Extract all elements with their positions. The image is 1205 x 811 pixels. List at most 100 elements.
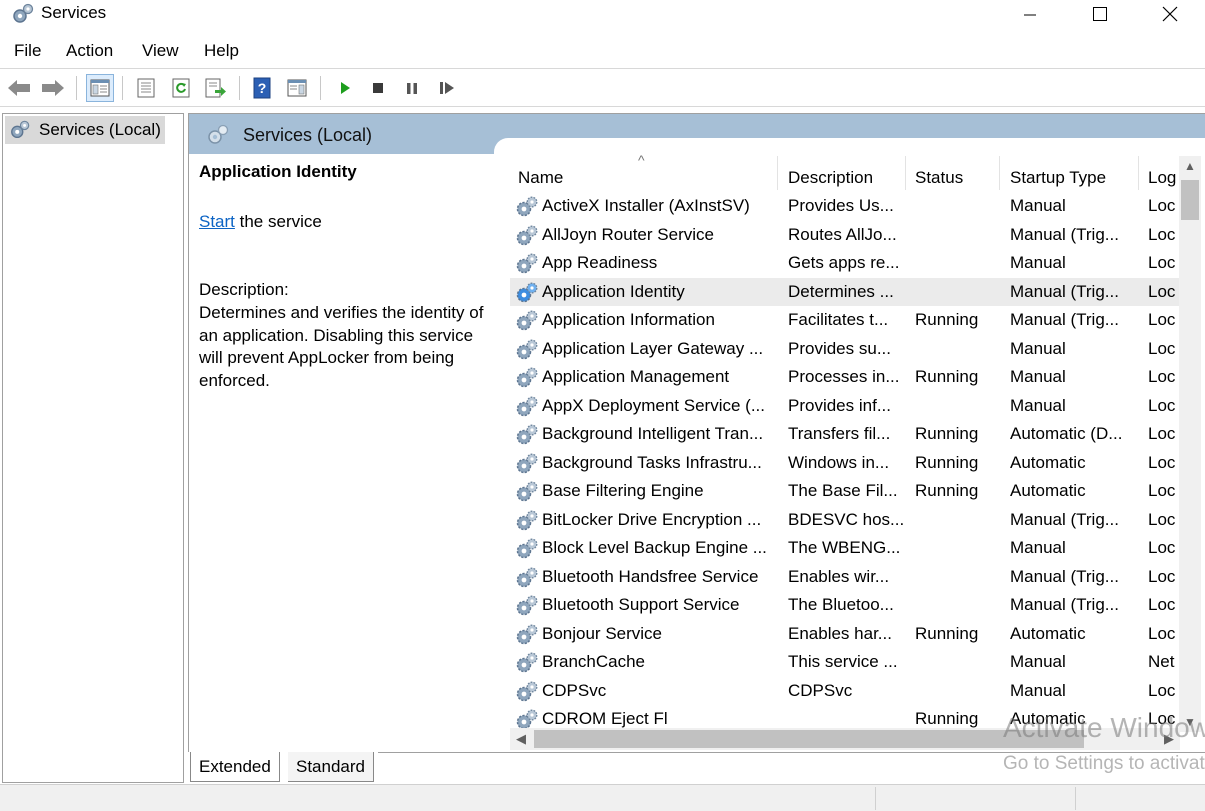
service-row[interactable]: CDPSvc CDPSvc Manual Loc (510, 677, 1180, 706)
service-log-on-as: Net (1148, 652, 1175, 671)
tab-standard[interactable]: Standard (288, 752, 374, 782)
service-startup-type: Manual (Trig... (1010, 509, 1119, 529)
service-name: Bonjour Service (542, 623, 663, 643)
service-startup-type: Manual (Trig... (1010, 224, 1119, 244)
service-description: Provides inf... (788, 395, 891, 415)
service-row[interactable]: Application Management Processes in... Run… (510, 363, 1180, 392)
service-startup-type: Manual (1010, 367, 1066, 386)
service-row[interactable]: BranchCache This service ... Manual Net (510, 648, 1180, 677)
service-name: Application Management (542, 367, 730, 386)
menu-bar: File Action View Help (0, 36, 1205, 66)
window-title: Services (41, 3, 107, 22)
service-gear-icon (516, 681, 538, 701)
column-header-status[interactable]: Status (915, 154, 995, 192)
column-divider (999, 156, 1000, 190)
service-startup-type: Manual (1010, 538, 1066, 557)
details-pane: Services (Local) Application Identity St… (188, 113, 1205, 783)
properties-button[interactable] (132, 74, 160, 102)
scroll-up-arrow-icon[interactable]: ▲ (1179, 156, 1201, 176)
tab-extended[interactable]: Extended (190, 752, 280, 782)
start-service-button[interactable] (331, 74, 359, 102)
column-header-log-on-as[interactable]: Log (1148, 154, 1180, 192)
service-log-on-as: Loc (1148, 395, 1176, 415)
service-name: BranchCache (542, 652, 646, 671)
service-log-on-as: Loc (1148, 623, 1176, 643)
service-row[interactable]: Bluetooth Support Service The Bluetoo... M… (510, 591, 1180, 620)
show-hide-console-tree-button[interactable] (86, 74, 114, 102)
action-pane-button[interactable] (283, 74, 311, 102)
services-gear-icon (11, 120, 30, 139)
pause-icon (407, 83, 417, 94)
service-row[interactable]: Background Intelligent Tran... Transfers … (510, 420, 1180, 449)
service-row[interactable]: ActiveX Installer (AxInstSV) Provides Us.… (510, 192, 1180, 221)
maximize-button[interactable] (1065, 0, 1135, 28)
service-log-on-as: Loc (1148, 538, 1176, 557)
service-row[interactable]: BitLocker Drive Encryption ... BDESVC hos… (510, 506, 1180, 535)
refresh-icon (172, 78, 190, 98)
service-row[interactable]: Application Identity Determines ... Manual… (510, 277, 1180, 306)
service-status: Running (915, 709, 979, 728)
service-row[interactable]: AppX Deployment Service (... Provides inf… (510, 392, 1180, 421)
vertical-scroll-thumb[interactable] (1181, 180, 1199, 220)
service-gear-icon (516, 225, 538, 245)
vertical-scrollbar[interactable]: ▲ ▼ (1179, 156, 1201, 732)
service-name: AllJoyn Router Service (542, 224, 714, 244)
service-gear-icon (516, 481, 538, 502)
service-row[interactable]: Background Tasks Infrastru... Windows in.… (510, 449, 1180, 478)
description-text: Determines and verifies the identity of … (199, 303, 484, 390)
service-log-on-as: Loc (1148, 196, 1176, 215)
menu-file[interactable]: File (14, 41, 41, 61)
start-service-line: Start the service (199, 212, 322, 232)
status-divider (1075, 787, 1076, 810)
close-button[interactable] (1135, 0, 1205, 28)
service-description: Facilitates t... (788, 310, 889, 329)
service-row[interactable]: Application Layer Gateway ... Provides su… (510, 335, 1180, 364)
service-description: The Bluetoo... (788, 595, 894, 614)
service-gear-icon (516, 595, 538, 616)
help-button[interactable]: ? (248, 74, 276, 102)
menu-view[interactable]: View (142, 41, 179, 61)
service-gear-icon (516, 538, 538, 559)
minimize-button[interactable] (995, 0, 1065, 28)
stop-icon (373, 83, 383, 93)
column-header-description[interactable]: Description (788, 154, 904, 192)
service-row[interactable]: Block Level Backup Engine ... The WBENG..… (510, 534, 1180, 563)
stop-service-button[interactable] (364, 74, 392, 102)
forward-button[interactable] (39, 74, 67, 102)
console-tree-icon (90, 79, 110, 97)
tree-item-services-local[interactable]: Services (Local) (5, 116, 165, 144)
close-icon (1162, 6, 1178, 22)
service-startup-type: Manual (Trig... (1010, 566, 1119, 586)
service-name: BitLocker Drive Encryption ... (542, 509, 762, 529)
minimize-icon (1024, 14, 1036, 16)
toolbar-divider (0, 106, 1205, 107)
service-log-on-as: Loc (1148, 452, 1176, 472)
service-gear-icon (516, 367, 538, 388)
back-button[interactable] (5, 74, 33, 102)
service-row[interactable]: Base Filtering Engine The Base Fil... Runn… (510, 477, 1180, 506)
service-description: Provides su... (788, 338, 891, 358)
start-service-link[interactable]: Start (199, 212, 235, 231)
export-list-button[interactable] (202, 74, 230, 102)
service-log-on-as: Loc (1148, 310, 1176, 329)
refresh-button[interactable] (167, 74, 195, 102)
column-header-name[interactable]: Name (518, 154, 768, 192)
service-row[interactable]: Application Information Facilitates t... R… (510, 306, 1180, 335)
restart-service-button[interactable] (433, 74, 461, 102)
column-header-startup-type[interactable]: Startup Type (1010, 154, 1138, 192)
service-row[interactable]: Bluetooth Handsfree Service Enables wir..… (510, 563, 1180, 592)
activate-windows-watermark: Activate Windows (1003, 712, 1205, 743)
scroll-left-arrow-icon[interactable]: ◀ (510, 728, 532, 750)
service-name: CDPSvc (542, 680, 607, 700)
service-description: CDPSvc (788, 680, 853, 700)
pause-service-button[interactable] (398, 74, 426, 102)
service-row[interactable]: Bonjour Service Enables har... Running Auto… (510, 620, 1180, 649)
service-status: Running (915, 623, 979, 643)
action-pane-icon (287, 79, 307, 97)
service-row[interactable]: App Readiness Gets apps re... Manual Loc (510, 249, 1180, 278)
horizontal-scroll-thumb[interactable] (534, 730, 1084, 748)
service-log-on-as: Loc (1148, 367, 1176, 386)
service-row[interactable]: AllJoyn Router Service Routes AllJo... Man… (510, 221, 1180, 250)
menu-help[interactable]: Help (204, 41, 239, 61)
menu-action[interactable]: Action (66, 41, 113, 61)
